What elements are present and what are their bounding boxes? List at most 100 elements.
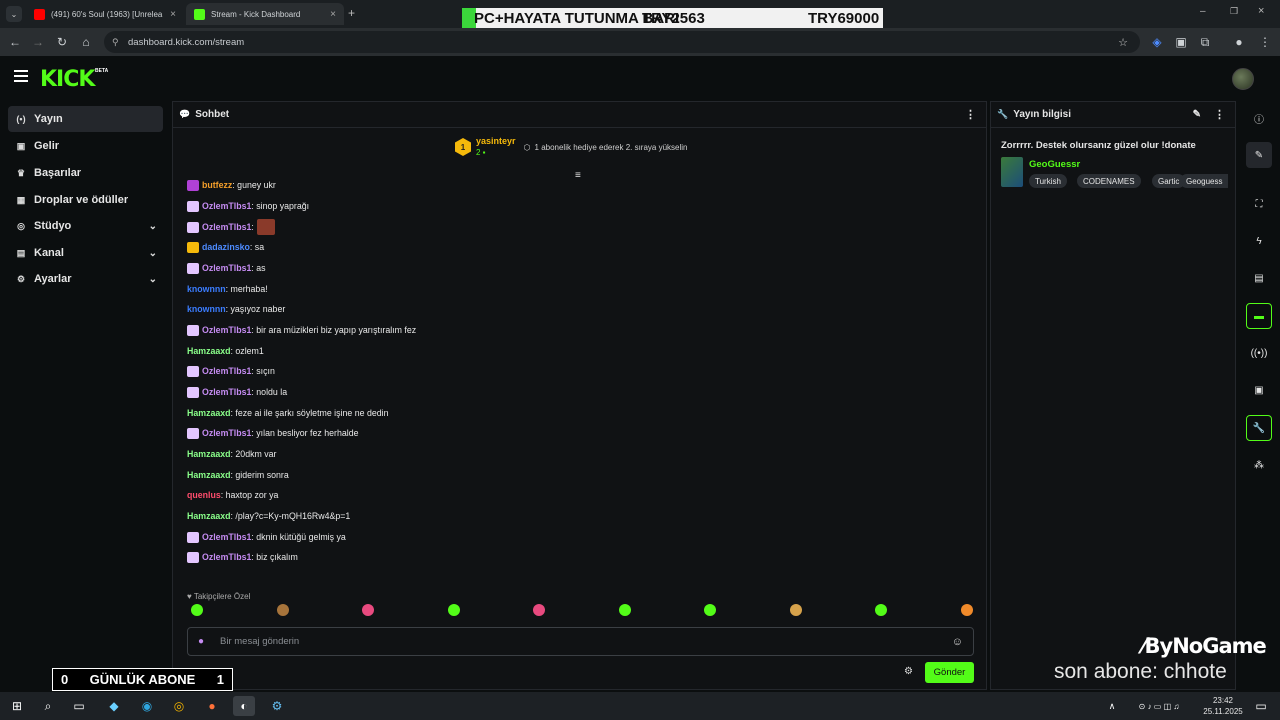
user-avatar[interactable] <box>1232 68 1254 90</box>
firefox-icon[interactable]: ● <box>201 696 223 716</box>
pinned-user[interactable]: yasinteyr <box>476 136 516 147</box>
task-view-icon[interactable]: ▭ <box>68 696 90 716</box>
obs-icon[interactable]: ◐ <box>233 696 255 716</box>
close-tab-icon[interactable]: × <box>330 9 336 20</box>
chat-username[interactable]: OzlemTlbs1 <box>202 428 251 438</box>
tab-kick-dashboard[interactable]: Stream - Kick Dashboard × <box>186 3 344 25</box>
fullscreen-icon[interactable]: ⛶ <box>1246 191 1272 217</box>
sidebar-item-kanal[interactable]: ▤ Kanal ⌄ <box>8 240 163 266</box>
emote-button[interactable] <box>790 604 802 616</box>
chat-username[interactable]: OzlemTlbs1 <box>202 387 251 397</box>
kick-logo[interactable]: KICK <box>40 67 95 92</box>
broadcast-icon: (•) <box>16 114 26 124</box>
category-name[interactable]: GeoGuessr <box>1029 159 1080 170</box>
new-tab-button[interactable]: + <box>348 6 355 20</box>
sidebar-item-ayarlar[interactable]: ⚙ Ayarlar ⌄ <box>8 266 163 292</box>
emoji-icon[interactable]: ☺ <box>952 636 963 648</box>
send-button[interactable]: Gönder <box>925 662 974 683</box>
chat-settings-icon[interactable]: ⚙ <box>904 666 913 677</box>
chat-username[interactable]: Hamzaaxd <box>187 449 231 459</box>
back-icon[interactable]: ← <box>4 31 26 53</box>
broadcast-status-icon[interactable]: ((•)) <box>1246 340 1272 366</box>
chat-message: knownnn: merhaba! <box>187 282 268 296</box>
emote-button[interactable] <box>277 604 289 616</box>
profile-icon[interactable]: ● <box>1228 31 1250 53</box>
edge-icon[interactable]: ◉ <box>136 696 158 716</box>
info-icon[interactable]: ⓘ <box>1246 105 1272 131</box>
sidebar-item-basarilar[interactable]: ♛ Başarılar <box>8 160 163 186</box>
chat-username[interactable]: Hamzaaxd <box>187 408 231 418</box>
sidebar-item-droplar[interactable]: ▦ Droplar ve ödüller <box>8 187 163 213</box>
steam-icon[interactable]: ⚙ <box>266 696 288 716</box>
sidebar-item-studyo[interactable]: ◎ Stüdyo ⌄ <box>8 213 163 239</box>
media-icon[interactable]: ▣ <box>1170 31 1192 53</box>
chat-toggle-icon[interactable]: ▬ <box>1246 303 1272 329</box>
lightning-icon[interactable]: ϟ <box>1246 228 1272 254</box>
hamburger-menu-icon[interactable] <box>14 70 28 82</box>
chat-username[interactable]: OzlemTlbs1 <box>202 325 251 335</box>
chat-username[interactable]: knownnn <box>187 304 226 314</box>
pencil-icon[interactable]: ✎ <box>1246 142 1272 168</box>
kick-header: KICK BETA <box>0 56 1280 100</box>
extensions-puzzle-icon[interactable]: ⧉ <box>1194 31 1216 53</box>
emote-button[interactable] <box>704 604 716 616</box>
emote-button[interactable] <box>961 604 973 616</box>
restore-icon[interactable]: ❐ <box>1230 6 1238 17</box>
scroll-to-bottom-icon[interactable]: ≡ <box>575 170 581 181</box>
chat-username[interactable]: quenlus <box>187 490 221 500</box>
chat-username[interactable]: Hamzaaxd <box>187 470 231 480</box>
menu-dots-icon[interactable]: ⋮ <box>1254 31 1276 53</box>
tab-title: Stream - Kick Dashboard <box>211 9 301 19</box>
chat-username[interactable]: OzlemTlbs1 <box>202 263 251 273</box>
emote-button[interactable] <box>875 604 887 616</box>
edit-icon[interactable]: ✎ <box>1193 109 1201 120</box>
layout-icon[interactable]: ▣ <box>1246 377 1272 403</box>
chat-username[interactable]: knownnn <box>187 284 226 294</box>
url-field[interactable]: ⚲ dashboard.kick.com/stream ☆ <box>104 31 1140 53</box>
system-clock[interactable]: 23:42 25.11.2025 <box>1200 695 1246 717</box>
chat-username[interactable]: OzlemTlbs1 <box>202 532 251 542</box>
info-options-icon[interactable]: ⋮ <box>1214 108 1225 121</box>
bookmark-star-icon[interactable]: ☆ <box>1118 36 1128 49</box>
forward-icon[interactable]: → <box>27 31 49 53</box>
chat-username[interactable]: butfezz <box>202 180 232 190</box>
chat-username[interactable]: Hamzaaxd <box>187 511 231 521</box>
reload-icon[interactable]: ↻ <box>51 31 73 53</box>
tab-list-button[interactable]: ⌄ <box>6 6 22 22</box>
wrench-toggle-icon[interactable]: 🔧 <box>1246 415 1272 441</box>
search-icon[interactable]: ⌕ <box>37 696 59 716</box>
emote-button[interactable] <box>191 604 203 616</box>
document-icon[interactable]: ▤ <box>1246 265 1272 291</box>
site-info-icon[interactable]: ⚲ <box>112 37 119 48</box>
sidebar-item-gelir[interactable]: ▣ Gelir <box>8 133 163 159</box>
emote-button[interactable] <box>619 604 631 616</box>
chat-username[interactable]: OzlemTlbs1 <box>202 201 251 211</box>
tab-youtube[interactable]: (491) 60's Soul (1963) [Unrelea × <box>26 3 184 25</box>
chat-message-input[interactable]: ● Bir mesaj gönderin ☺ <box>187 627 974 656</box>
windows-start-icon[interactable]: ⊞ <box>6 696 28 716</box>
chat-options-icon[interactable]: ⋮ <box>965 108 976 121</box>
sidebar-item-label: Droplar ve ödüller <box>34 194 129 206</box>
extension-icon[interactable]: ◈ <box>1146 31 1168 53</box>
microphone-icon[interactable]: ● <box>198 636 204 647</box>
notification-icon[interactable]: ▭ <box>1250 696 1272 716</box>
settings-icon: ⚙ <box>16 273 26 284</box>
chat-username[interactable]: OzlemTlbs1 <box>202 222 251 232</box>
chat-username[interactable]: OzlemTlbs1 <box>202 366 251 376</box>
close-window-icon[interactable]: × <box>1258 5 1264 17</box>
minimize-icon[interactable]: – <box>1200 6 1206 17</box>
tray-icons[interactable]: ⊙ ♪ ▭ ◫ ♫ <box>1120 696 1198 716</box>
sidebar-item-yayin[interactable]: (•) Yayın <box>8 106 163 132</box>
emote-button[interactable] <box>533 604 545 616</box>
emote-button[interactable] <box>362 604 374 616</box>
chat-username[interactable]: Hamzaaxd <box>187 346 231 356</box>
chrome-icon[interactable]: ◎ <box>168 696 190 716</box>
close-tab-icon[interactable]: × <box>170 9 176 20</box>
user-badge-icon <box>187 200 199 212</box>
chat-username[interactable]: OzlemTlbs1 <box>202 552 251 562</box>
emote-button[interactable] <box>448 604 460 616</box>
home-icon[interactable]: ⌂ <box>75 31 97 53</box>
apps-icon[interactable]: ⁂ <box>1246 452 1272 478</box>
chat-username[interactable]: dadazinsko <box>202 242 250 252</box>
copilot-icon[interactable]: ◆ <box>103 696 125 716</box>
